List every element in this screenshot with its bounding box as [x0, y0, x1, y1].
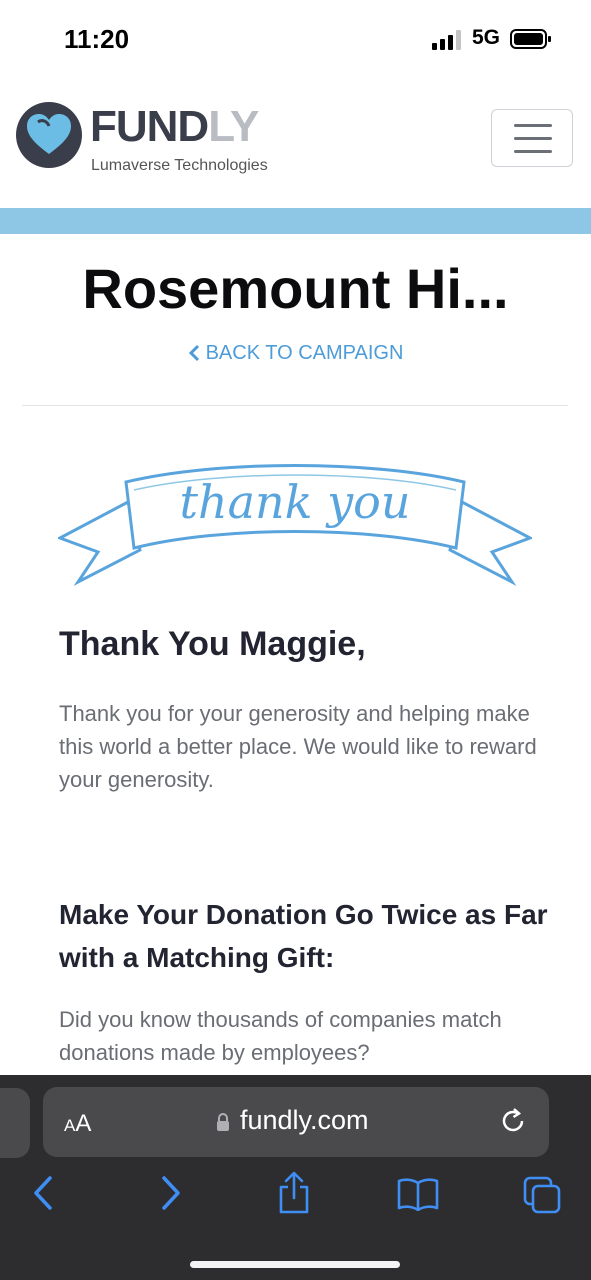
reader-text-size-button[interactable]: AA: [64, 1110, 91, 1138]
thank-you-paragraph: Thank you for your generosity and helpin…: [59, 701, 537, 792]
chevron-left-icon: [188, 344, 199, 362]
back-icon[interactable]: [30, 1175, 56, 1211]
address-bar[interactable]: AA fundly.com: [43, 1087, 549, 1157]
site-header: FUNDLY Lumaverse Technologies: [0, 92, 591, 207]
hamburger-menu-icon: [514, 150, 552, 153]
campaign-title: Rosemount Hi...: [82, 257, 509, 320]
network-type: 5G: [472, 26, 501, 49]
lock-icon: [217, 1113, 229, 1131]
banner-text: thank you: [180, 475, 411, 529]
share-icon[interactable]: [276, 1171, 312, 1215]
previous-tab-address-bar[interactable]: [0, 1088, 30, 1158]
thank-you-banner-image: thank you: [58, 464, 532, 586]
battery-icon: [510, 29, 551, 49]
accent-band: [0, 208, 591, 234]
browser-toolbar: AA fundly.com: [0, 1075, 591, 1280]
hamburger-menu-icon: [514, 124, 552, 127]
text-size-large-a: A: [75, 1110, 92, 1137]
matching-gift-heading: Make Your Donation Go Twice as Far with …: [59, 899, 548, 973]
divider: [22, 405, 568, 406]
matching-gift-paragraph: Did you know thousands of companies matc…: [59, 1007, 502, 1065]
brand-tagline: Lumaverse Technologies: [91, 157, 268, 174]
forward-icon[interactable]: [158, 1175, 184, 1211]
back-link-label: BACK TO CAMPAIGN: [205, 342, 404, 364]
url-text[interactable]: fundly.com: [240, 1105, 369, 1136]
reload-icon[interactable]: [498, 1106, 528, 1136]
back-to-campaign-link[interactable]: BACK TO CAMPAIGN: [0, 342, 591, 365]
bookmarks-icon[interactable]: [396, 1177, 440, 1211]
text-size-small-a: A: [64, 1116, 76, 1135]
status-bar: 11:20 5G: [0, 0, 591, 80]
home-indicator[interactable]: [190, 1261, 400, 1268]
hamburger-menu-icon: [514, 137, 552, 140]
menu-button[interactable]: [491, 109, 573, 167]
greeting-heading: Thank You Maggie,: [59, 625, 366, 663]
fundly-heart-logo-icon[interactable]: [16, 102, 82, 168]
brand-name[interactable]: FUNDLY: [90, 102, 259, 152]
tabs-icon[interactable]: [522, 1175, 562, 1215]
brand-name-part2: LY: [208, 102, 259, 151]
brand-name-part1: FUND: [90, 102, 209, 151]
status-time: 11:20: [64, 24, 130, 54]
cellular-signal-icon: [432, 30, 461, 50]
